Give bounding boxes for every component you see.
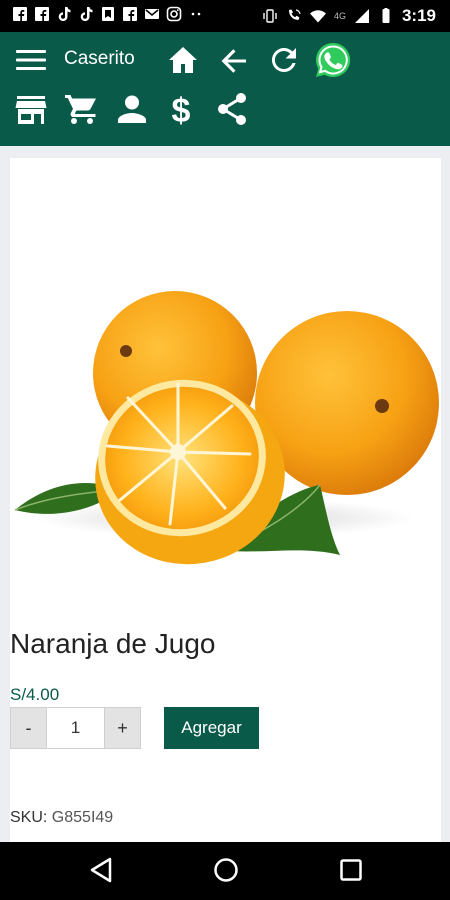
home-icon[interactable]	[167, 44, 199, 76]
refresh-icon[interactable]	[269, 45, 299, 75]
recents-square-icon[interactable]	[337, 856, 365, 884]
facebook-icon	[35, 7, 49, 21]
svg-text:$: $	[172, 92, 191, 128]
product-card: Naranja de Jugo S/4.00 - + Agregar SKU: …	[10, 158, 441, 848]
sku-value: G855I49	[51, 809, 114, 826]
back-triangle-icon[interactable]	[88, 856, 114, 884]
clock: 3:19	[401, 6, 436, 25]
whatsapp-icon[interactable]	[314, 41, 352, 79]
back-arrow-icon[interactable]	[219, 46, 249, 76]
more-dots-icon	[191, 12, 201, 16]
facebook-icon	[123, 7, 137, 21]
notification-icons	[12, 6, 204, 22]
status-bar: 4G 3:19	[0, 0, 450, 32]
home-circle-icon[interactable]	[212, 856, 240, 884]
account-icon[interactable]	[117, 95, 147, 123]
network-type: 4G	[333, 11, 346, 21]
product-price: S/4.00	[10, 685, 60, 704]
menu-icon[interactable]	[16, 49, 46, 71]
gmail-icon	[145, 9, 159, 19]
signal-icon	[354, 9, 369, 23]
quantity-input[interactable]	[47, 707, 104, 749]
sku-label: SKU:	[10, 809, 48, 826]
wifi-icon	[309, 10, 326, 23]
system-icons: 4G 3:19	[262, 0, 436, 32]
bookmark-icon	[102, 7, 114, 21]
app-title[interactable]: Caserito	[64, 48, 135, 70]
wifi-calling-icon	[288, 9, 301, 20]
system-nav-bar	[0, 842, 450, 900]
tiktok-icon	[80, 7, 93, 22]
sku-line: SKU: G855I49	[10, 809, 113, 827]
quantity-decrease-button[interactable]: -	[10, 707, 47, 749]
product-image	[14, 291, 439, 565]
share-icon[interactable]	[215, 92, 249, 126]
product-name: Naranja de Jugo	[10, 628, 216, 659]
quantity-increase-button[interactable]: +	[104, 707, 141, 749]
instagram-icon	[166, 6, 182, 22]
add-to-cart-button[interactable]: Agregar	[164, 707, 259, 749]
store-icon[interactable]	[15, 95, 47, 125]
app-bar: Caserito $	[0, 32, 450, 146]
vibrate-icon	[263, 9, 277, 23]
battery-icon	[382, 8, 390, 23]
cart-icon[interactable]	[64, 93, 98, 125]
tiktok-icon	[58, 7, 71, 22]
facebook-icon	[13, 7, 27, 21]
dollar-icon[interactable]: $	[168, 92, 194, 128]
